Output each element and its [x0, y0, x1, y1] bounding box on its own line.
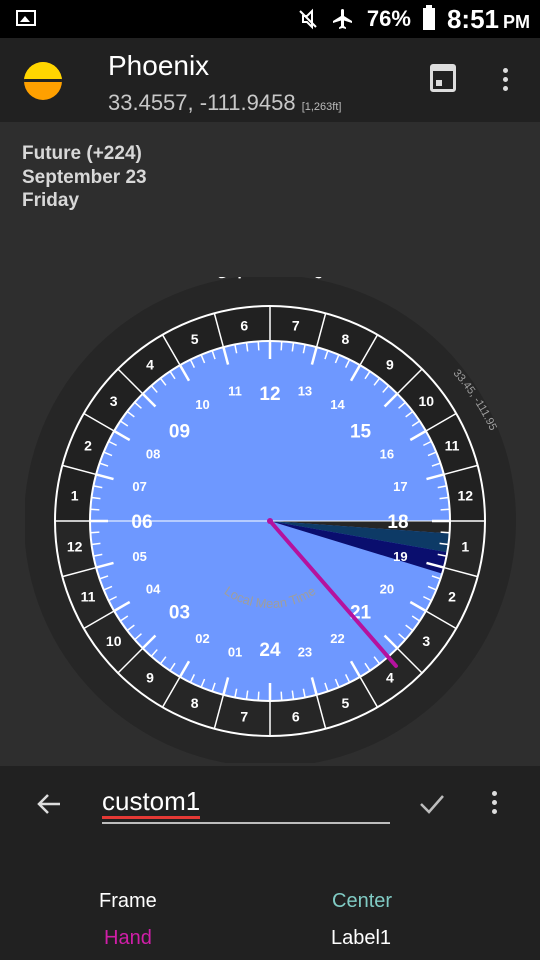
sun-icon[interactable]: [24, 62, 62, 100]
outer-hour-label: 11: [445, 438, 460, 454]
clock: 8:51: [446, 3, 499, 34]
outer-hour-label: 4: [146, 357, 154, 373]
outer-hour-label: 9: [146, 669, 154, 685]
location-coords[interactable]: 33.4557, -111.9458 [1,263ft]: [108, 90, 341, 116]
inner-hour-label: 12: [259, 384, 280, 405]
inner-hour-label: 02: [195, 631, 209, 646]
legend-frame[interactable]: Frame: [99, 890, 157, 913]
inner-hour-label: 04: [146, 582, 161, 597]
outer-hour-label: 2: [448, 588, 456, 604]
inner-hour-label: 17: [393, 479, 407, 494]
airplane-icon: [332, 9, 352, 29]
inner-hour-label: 07: [132, 479, 146, 494]
editor-panel: custom1 Frame Center Hand Label1: [0, 766, 540, 960]
inner-hour-label: 23: [298, 644, 312, 659]
outer-hour-label: 5: [341, 695, 349, 711]
outer-hour-label: 1: [71, 487, 79, 503]
clock-ampm: PM: [503, 11, 530, 32]
date-text: September 23: [22, 166, 147, 188]
elevation-text: [1,263ft]: [301, 101, 342, 113]
legend-center[interactable]: Center: [332, 890, 392, 913]
editor-menu-icon[interactable]: [492, 791, 498, 814]
outer-hour-label: 5: [191, 331, 199, 347]
outer-hour-label: 3: [110, 393, 118, 409]
inner-hour-label: 14: [330, 397, 345, 412]
inner-hour-label: 01: [228, 644, 242, 659]
outer-hour-label: 3: [422, 633, 430, 649]
outer-hour-label: 12: [458, 487, 474, 503]
hand-pivot: [267, 518, 273, 524]
tick-mark: [440, 531, 450, 534]
tick-mark: [90, 531, 100, 534]
inner-hour-label: 16: [380, 447, 394, 462]
tick-mark: [280, 691, 283, 701]
tick-mark: [257, 341, 260, 351]
date-info: Future (+224) September 23 Friday: [22, 142, 147, 213]
inner-hour-label: 22: [330, 631, 344, 646]
inner-hour-label: 06: [131, 512, 152, 533]
inner-hour-label: 11: [228, 384, 242, 399]
outer-hour-label: 6: [292, 708, 300, 724]
name-input-value: custom1: [102, 786, 201, 819]
inner-hour-label: 15: [350, 421, 372, 442]
gallery-icon: [16, 10, 36, 26]
inner-hour-label: 19: [393, 549, 407, 564]
outer-hour-label: 11: [81, 588, 96, 604]
calendar-icon[interactable]: [430, 64, 456, 92]
outer-hour-label: 4: [386, 669, 394, 685]
inner-hour-label: 13: [298, 384, 312, 399]
weekday-text: Friday: [22, 190, 80, 211]
status-bar: 76% 8:51 PM: [0, 0, 540, 38]
outer-hour-label: 8: [341, 331, 349, 347]
inner-hour-label: 08: [146, 447, 160, 462]
inner-hour-label: 03: [169, 603, 190, 624]
clock-dial[interactable]: 654321789101112121110987 6543210102030405…: [25, 277, 517, 763]
outer-hour-label: 12: [67, 539, 83, 555]
future-offset: Future (+224): [22, 143, 142, 164]
inner-hour-label: 21: [350, 603, 372, 624]
inner-hour-label: 20: [380, 582, 394, 597]
inner-hour-label: 10: [195, 397, 209, 412]
outer-hour-label: 7: [292, 318, 300, 334]
legend-label1[interactable]: Label1: [331, 927, 391, 950]
overflow-menu-icon[interactable]: [503, 68, 509, 91]
outer-hour-label: 10: [419, 393, 435, 409]
tick-mark: [90, 508, 100, 511]
inner-hour-label: 18: [387, 512, 408, 533]
inner-hour-label: 09: [169, 421, 190, 442]
outer-hour-label: 6: [240, 318, 248, 334]
outer-hour-label: 2: [84, 438, 92, 454]
name-input[interactable]: custom1: [102, 786, 390, 824]
legend-hand[interactable]: Hand: [104, 927, 152, 950]
coords-text: 33.4557, -111.9458: [108, 90, 296, 115]
outer-hour-label: 8: [191, 695, 199, 711]
location-title[interactable]: Phoenix: [108, 50, 209, 82]
inner-hour-label: 24: [259, 640, 281, 661]
inner-hour-label: 05: [132, 549, 146, 564]
battery-icon: [422, 5, 435, 30]
tick-mark: [440, 508, 450, 511]
mute-icon: [299, 8, 317, 30]
battery-percent: 76%: [366, 6, 411, 31]
back-arrow-icon[interactable]: [36, 791, 62, 817]
outer-hour-label: 10: [106, 633, 122, 649]
outer-hour-label: 9: [386, 357, 394, 373]
outer-hour-label: 1: [461, 539, 469, 555]
check-icon[interactable]: [418, 791, 446, 817]
tick-mark: [280, 341, 283, 351]
tick-mark: [257, 691, 260, 701]
app-bar: Phoenix 33.4557, -111.9458 [1,263ft]: [0, 38, 540, 122]
outer-hour-label: 7: [240, 708, 248, 724]
